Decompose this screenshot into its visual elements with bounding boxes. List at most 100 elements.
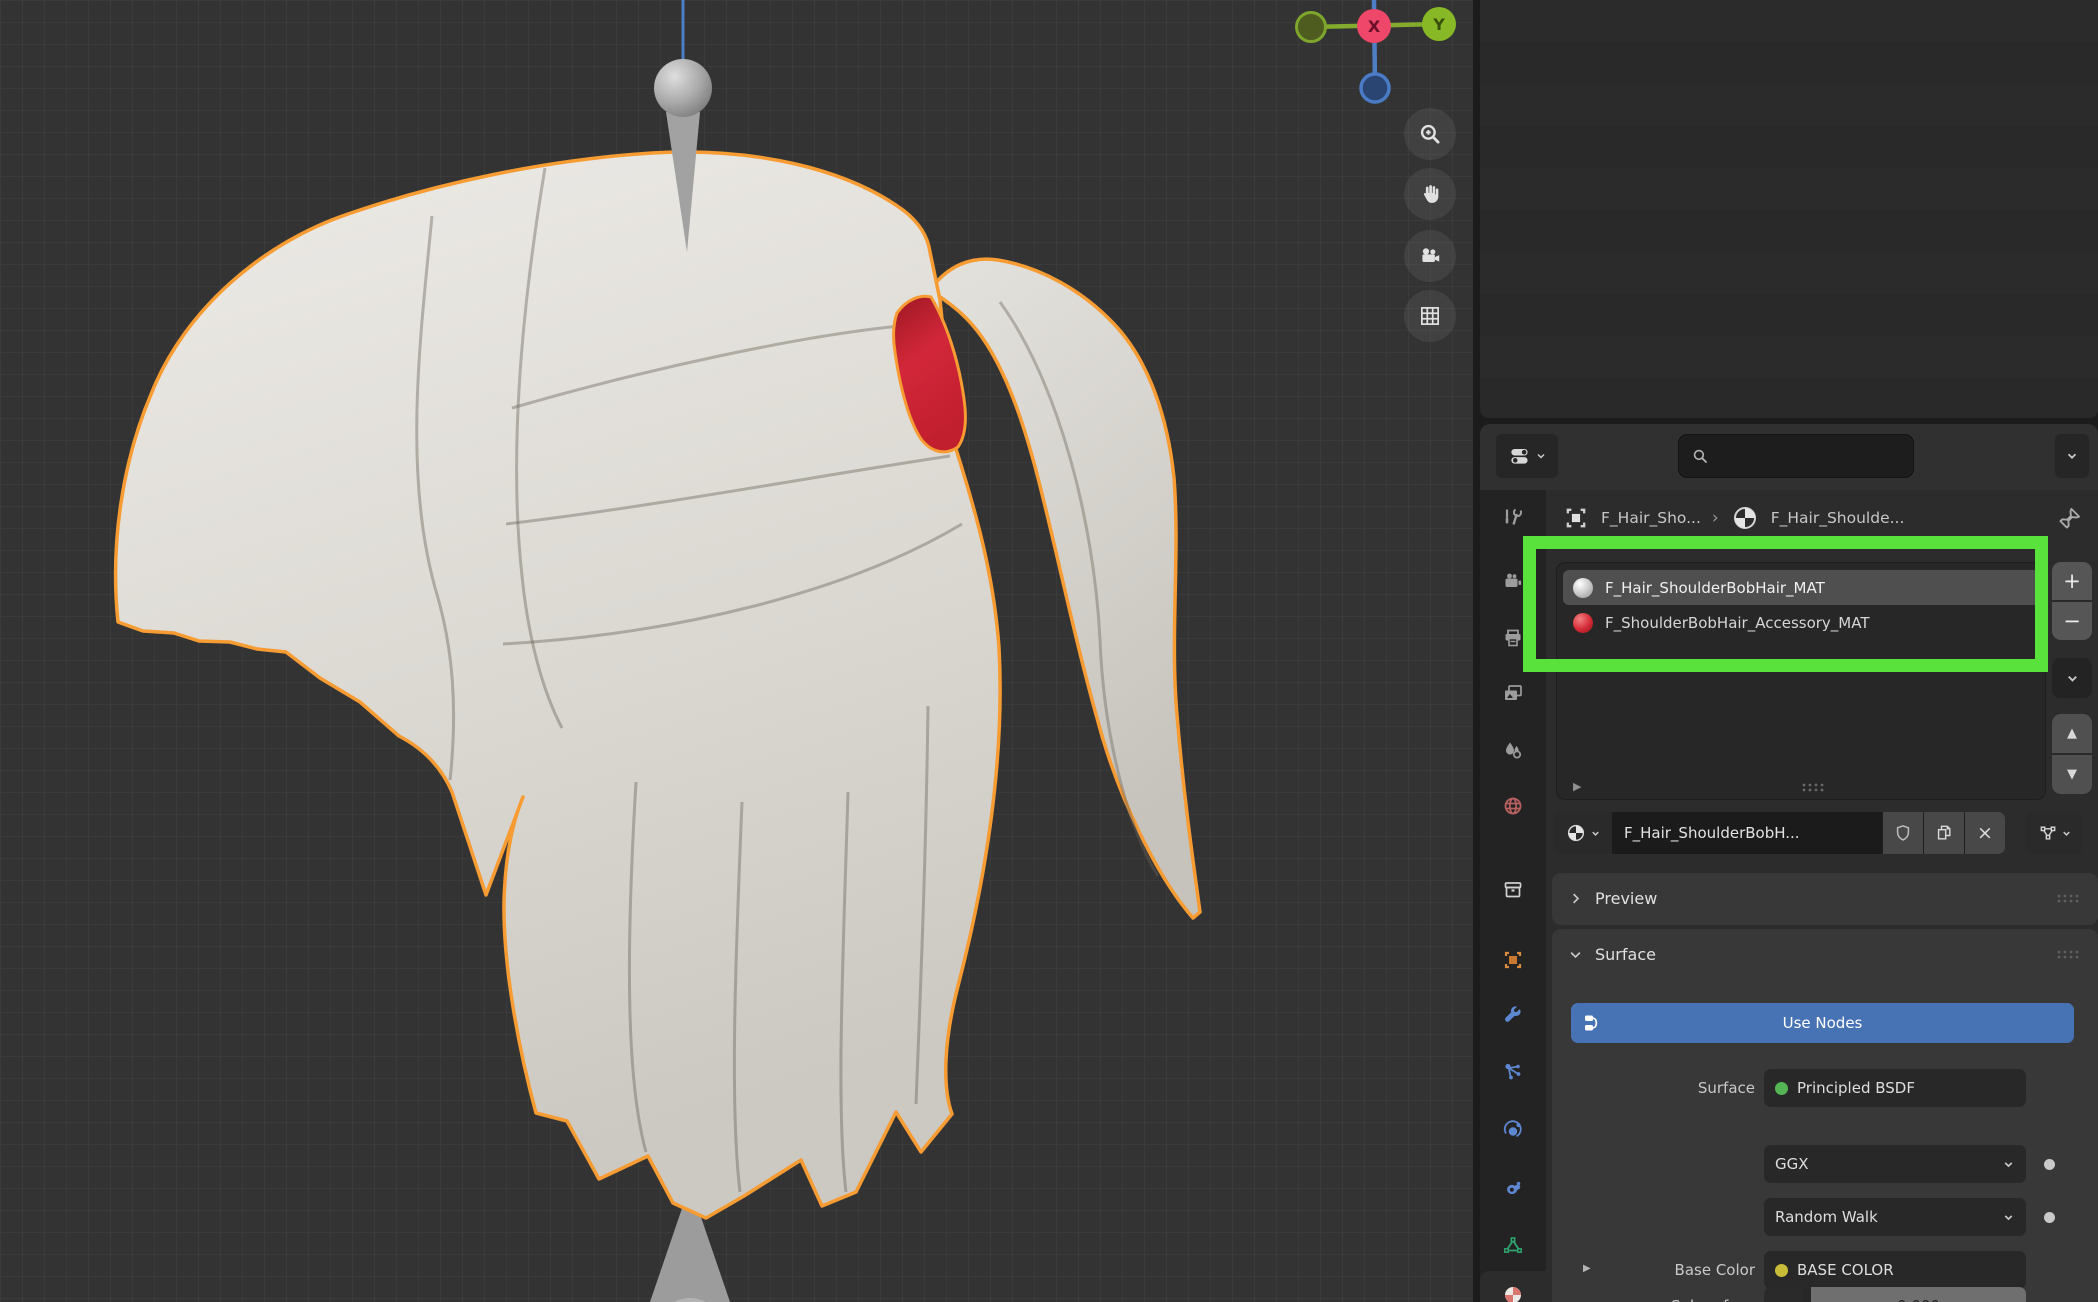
- preview-panel[interactable]: Preview: [1552, 873, 2098, 925]
- zoom-button[interactable]: [1404, 108, 1456, 160]
- 3d-viewport[interactable]: X Y: [0, 0, 1473, 1302]
- properties-editor-icon: [1507, 443, 1533, 469]
- chevron-down-icon: [2065, 449, 2079, 463]
- list-expand-icon[interactable]: ▶: [1573, 780, 1581, 793]
- material-sphere-icon: [1565, 822, 1587, 844]
- tab-object-data[interactable]: [1501, 1234, 1525, 1258]
- outliner-editor[interactable]: [1480, 0, 2098, 418]
- camera-view-icon: [1417, 243, 1443, 269]
- tab-output[interactable]: [1501, 626, 1525, 650]
- chevron-down-icon: [2061, 828, 2072, 839]
- color-dot-icon: [1775, 1264, 1788, 1277]
- pan-hand-icon: [1417, 181, 1443, 207]
- constraints-icon: [1501, 1176, 1525, 1200]
- move-slot-up-button[interactable]: ▲: [2052, 714, 2092, 753]
- material-sphere-icon: [1730, 503, 1760, 533]
- camera-view-button[interactable]: [1404, 230, 1456, 282]
- modifiers-wrench-icon: [1501, 1004, 1525, 1028]
- decorator-dot-icon[interactable]: [2044, 1212, 2055, 1223]
- distribution-dropdown[interactable]: GGX: [1764, 1145, 2026, 1183]
- surface-row-label: Surface: [1552, 1069, 1755, 1107]
- axis-neg-z-ball[interactable]: [1361, 74, 1389, 102]
- material-name-field[interactable]: F_Hair_ShoulderBobH...: [1612, 812, 1882, 854]
- surface-panel: Surface Use Nodes: [1552, 929, 2098, 1302]
- move-slot-down-button[interactable]: ▼: [2052, 753, 2092, 794]
- tab-collection[interactable]: [1501, 878, 1525, 902]
- chevron-down-icon: [1535, 450, 1547, 462]
- object-icon: [1562, 504, 1590, 532]
- tab-material[interactable]: [1501, 1283, 1525, 1302]
- tab-scene[interactable]: [1501, 738, 1525, 762]
- pin-icon[interactable]: [2056, 504, 2084, 532]
- tab-tool[interactable]: [1501, 505, 1525, 529]
- chevron-down-icon: [2065, 671, 2080, 686]
- base-color-field[interactable]: BASE COLOR: [1764, 1251, 2026, 1289]
- axis-neg-y-ball[interactable]: [1297, 13, 1326, 42]
- tab-world[interactable]: [1501, 794, 1525, 818]
- breadcrumb-separator: ›: [1712, 508, 1719, 528]
- tool-icon: [1501, 505, 1525, 529]
- breadcrumb-object[interactable]: F_Hair_Sho...: [1601, 509, 1701, 527]
- unlink-material-button[interactable]: ×: [1964, 812, 2005, 854]
- material-sphere-icon: [1501, 1283, 1525, 1302]
- tab-particles[interactable]: [1501, 1060, 1525, 1084]
- duplicate-material-button[interactable]: [1923, 812, 1964, 854]
- surface-panel-title: Surface: [1595, 945, 1656, 964]
- axis-x-ball[interactable]: X: [1357, 9, 1391, 43]
- drag-grip-icon[interactable]: [2054, 948, 2082, 960]
- shield-icon: [1893, 823, 1913, 843]
- tab-constraints[interactable]: [1501, 1176, 1525, 1200]
- fake-user-button[interactable]: [1882, 812, 1923, 854]
- editor-type-button[interactable]: [1496, 434, 1558, 478]
- tab-view-layer[interactable]: [1501, 682, 1525, 706]
- remove-slot-button[interactable]: −: [2052, 600, 2092, 640]
- axis-gizmo[interactable]: X Y: [1255, 0, 1473, 115]
- chevron-down-icon: [1568, 947, 1583, 962]
- shader-dot-icon: [1775, 1082, 1788, 1095]
- grid-view-button[interactable]: [1404, 290, 1456, 342]
- chevron-down-icon: [1590, 828, 1601, 839]
- slot-list-buttons: + − ▲ ▼: [2052, 562, 2092, 794]
- zoom-in-icon: [1417, 121, 1443, 147]
- link-material-button[interactable]: [2026, 812, 2083, 854]
- drag-grip-icon[interactable]: [2054, 892, 2082, 904]
- grid-view-icon: [1417, 303, 1443, 329]
- distribution-value: GGX: [1775, 1155, 1809, 1173]
- subsurface-slider[interactable]: 0.000: [1764, 1287, 2026, 1302]
- right-editors: F_Hair_Sho... › F_Hair_Shoulde...: [1480, 0, 2098, 1302]
- search-field[interactable]: [1678, 434, 1914, 478]
- surface-panel-header[interactable]: Surface: [1552, 929, 2098, 979]
- particles-icon: [1501, 1060, 1525, 1084]
- use-nodes-label: Use Nodes: [1783, 1014, 1863, 1032]
- surface-shader-field[interactable]: Principled BSDF: [1764, 1069, 2026, 1107]
- surface-shader-value: Principled BSDF: [1797, 1079, 1915, 1097]
- tab-object[interactable]: [1501, 948, 1525, 972]
- add-slot-button[interactable]: +: [2052, 562, 2092, 600]
- slot-specials-button[interactable]: [2052, 658, 2092, 698]
- axis-y-ball[interactable]: Y: [1422, 7, 1456, 41]
- subsurface-method-value: Random Walk: [1775, 1208, 1878, 1226]
- breadcrumb-material[interactable]: F_Hair_Shoulde...: [1771, 509, 1905, 527]
- annotation-highlight-box: [1523, 536, 2048, 672]
- object-icon: [1501, 948, 1525, 972]
- decorator-dot-icon[interactable]: [2044, 1159, 2055, 1170]
- tab-modifiers[interactable]: [1501, 1004, 1525, 1028]
- node-link-icon: [2038, 823, 2058, 843]
- scene-icon: [1501, 738, 1525, 762]
- header-options-button[interactable]: [2055, 434, 2089, 478]
- blender-window: X Y: [0, 0, 2098, 1302]
- use-nodes-button[interactable]: Use Nodes: [1571, 1003, 2074, 1043]
- tab-render[interactable]: [1501, 570, 1525, 594]
- axis-x-label: X: [1368, 17, 1381, 36]
- preview-panel-title: Preview: [1595, 889, 1657, 908]
- resize-grip-icon[interactable]: [1799, 781, 1827, 793]
- subsurface-label: Subsurface: [1552, 1287, 1755, 1302]
- subsurface-method-dropdown[interactable]: Random Walk: [1764, 1198, 2026, 1236]
- pan-button[interactable]: [1404, 168, 1456, 220]
- collection-box-icon: [1501, 878, 1525, 902]
- search-input[interactable]: [1718, 446, 1902, 466]
- chevron-down-icon: [2002, 1158, 2015, 1171]
- browse-material-button[interactable]: [1553, 812, 1612, 854]
- tab-physics[interactable]: [1501, 1118, 1525, 1142]
- properties-header: [1480, 424, 2098, 490]
